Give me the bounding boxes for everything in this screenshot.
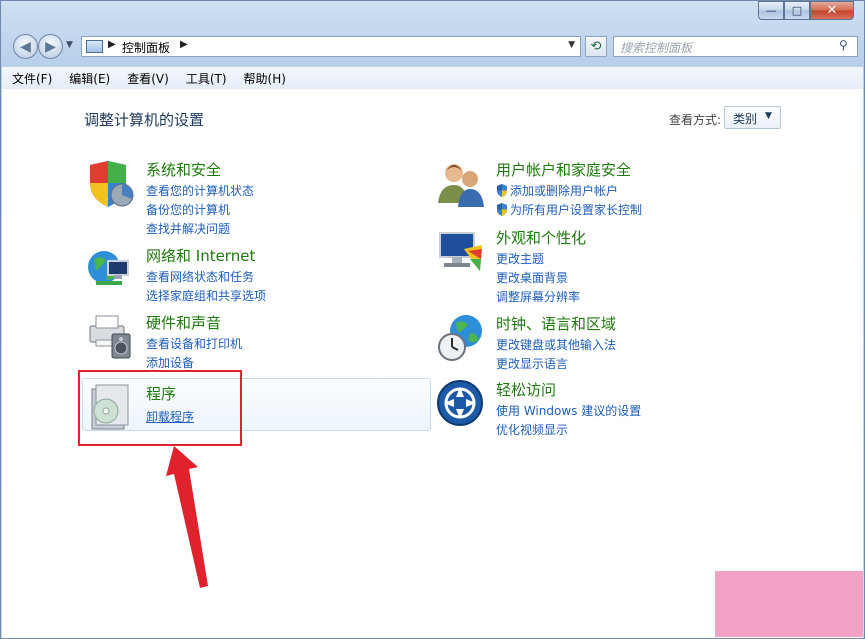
network-globe-icon[interactable] <box>86 245 136 295</box>
users-icon[interactable] <box>436 159 486 209</box>
maximize-button[interactable]: □ <box>784 1 810 20</box>
category-title-appearance[interactable]: 外观和个性化 <box>496 227 586 248</box>
menu-bar: 文件(F) 编辑(E) 查看(V) 工具(T) 帮助(H) <box>2 66 863 90</box>
menu-view[interactable]: 查看(V) <box>117 70 176 87</box>
link-devices-printers[interactable]: 查看设备和打印机 <box>146 335 242 352</box>
link-change-display-language[interactable]: 更改显示语言 <box>496 355 568 372</box>
minimize-button[interactable]: — <box>758 1 784 20</box>
shield-icon[interactable] <box>86 159 136 209</box>
link-change-theme[interactable]: 更改主题 <box>496 250 544 267</box>
link-adjust-resolution[interactable]: 调整屏幕分辨率 <box>496 288 580 305</box>
menu-file[interactable]: 文件(F) <box>2 70 59 87</box>
window-frame: — □ ✕ ◀ ▶ ▼ ▶ 控制面板 ▶ ▼ ⟲ 搜索控制面板 ⚲ 文件(F) … <box>0 0 865 639</box>
link-add-remove-accounts[interactable]: 添加或删除用户帐户 <box>496 182 618 199</box>
breadcrumb-control-panel[interactable]: 控制面板 <box>122 39 170 56</box>
link-parental-controls-label: 为所有用户设置家长控制 <box>510 203 643 217</box>
refresh-button[interactable]: ⟲ <box>585 36 607 57</box>
forward-button[interactable]: ▶ <box>38 34 63 59</box>
printer-speaker-icon[interactable] <box>86 312 136 362</box>
control-panel-icon <box>86 40 103 53</box>
view-by-dropdown[interactable]: 类别 ▼ <box>724 106 781 129</box>
link-change-desktop-background[interactable]: 更改桌面背景 <box>496 269 568 286</box>
link-backup-computer[interactable]: 备份您的计算机 <box>146 201 230 218</box>
back-button[interactable]: ◀ <box>13 34 38 59</box>
recent-pages-dropdown[interactable]: ▼ <box>66 40 73 50</box>
link-parental-controls[interactable]: 为所有用户设置家长控制 <box>496 201 642 218</box>
category-title-network[interactable]: 网络和 Internet <box>146 245 255 266</box>
close-button[interactable]: ✕ <box>810 1 854 20</box>
breadcrumb-chevron-icon[interactable]: ▶ <box>108 39 116 50</box>
navigation-bar: ◀ ▶ ▼ ▶ 控制面板 ▶ ▼ ⟲ 搜索控制面板 ⚲ <box>9 34 858 60</box>
dropdown-arrow-icon: ▼ <box>765 111 772 121</box>
link-add-remove-accounts-label: 添加或删除用户帐户 <box>510 184 619 198</box>
uac-shield-icon <box>497 203 507 216</box>
appearance-monitor-icon[interactable] <box>436 227 486 277</box>
category-title-hardware[interactable]: 硬件和声音 <box>146 312 221 333</box>
address-dropdown-icon[interactable]: ▼ <box>568 40 575 50</box>
link-find-fix-problems[interactable]: 查找并解决问题 <box>146 220 230 237</box>
ease-of-access-icon[interactable] <box>436 379 486 429</box>
breadcrumb-chevron-icon[interactable]: ▶ <box>180 39 188 50</box>
clock-globe-icon[interactable] <box>436 313 486 363</box>
link-optimize-visual-display[interactable]: 优化视频显示 <box>496 421 568 438</box>
refresh-icon: ⟲ <box>590 39 602 54</box>
category-title-user-accounts[interactable]: 用户帐户和家庭安全 <box>496 159 631 180</box>
menu-help[interactable]: 帮助(H) <box>234 70 293 87</box>
content-area: 调整计算机的设置 查看方式: 类别 ▼ 系统和安全 查看您的计算机状态 备份您的… <box>2 89 863 638</box>
search-icon[interactable]: ⚲ <box>839 38 848 52</box>
forward-arrow-icon: ▶ <box>45 38 56 55</box>
link-view-computer-status[interactable]: 查看您的计算机状态 <box>146 182 254 199</box>
address-bar[interactable]: ▶ 控制面板 ▶ ▼ <box>81 36 581 57</box>
watermark <box>715 571 863 637</box>
link-homegroup-sharing[interactable]: 选择家庭组和共享选项 <box>146 287 266 304</box>
category-title-clock-region[interactable]: 时钟、语言和区域 <box>496 313 616 334</box>
link-add-device[interactable]: 添加设备 <box>146 354 194 371</box>
category-title-ease-access[interactable]: 轻松访问 <box>496 379 556 400</box>
page-title: 调整计算机的设置 <box>84 111 205 129</box>
menu-tools[interactable]: 工具(T) <box>176 70 234 87</box>
view-by-label: 查看方式: <box>669 113 722 127</box>
search-input[interactable]: 搜索控制面板 <box>613 36 858 57</box>
caption-buttons: — □ ✕ <box>758 1 854 20</box>
back-arrow-icon: ◀ <box>20 38 31 55</box>
link-view-network-status[interactable]: 查看网络状态和任务 <box>146 268 254 285</box>
category-title-system-security[interactable]: 系统和安全 <box>146 159 221 180</box>
view-by-value: 类别 <box>733 112 758 126</box>
link-windows-suggested-settings[interactable]: 使用 Windows 建议的设置 <box>496 402 641 419</box>
menu-edit[interactable]: 编辑(E) <box>59 70 117 87</box>
annotation-highlight-box <box>78 370 242 446</box>
uac-shield-icon <box>497 184 507 197</box>
link-change-keyboards[interactable]: 更改键盘或其他输入法 <box>496 336 616 353</box>
